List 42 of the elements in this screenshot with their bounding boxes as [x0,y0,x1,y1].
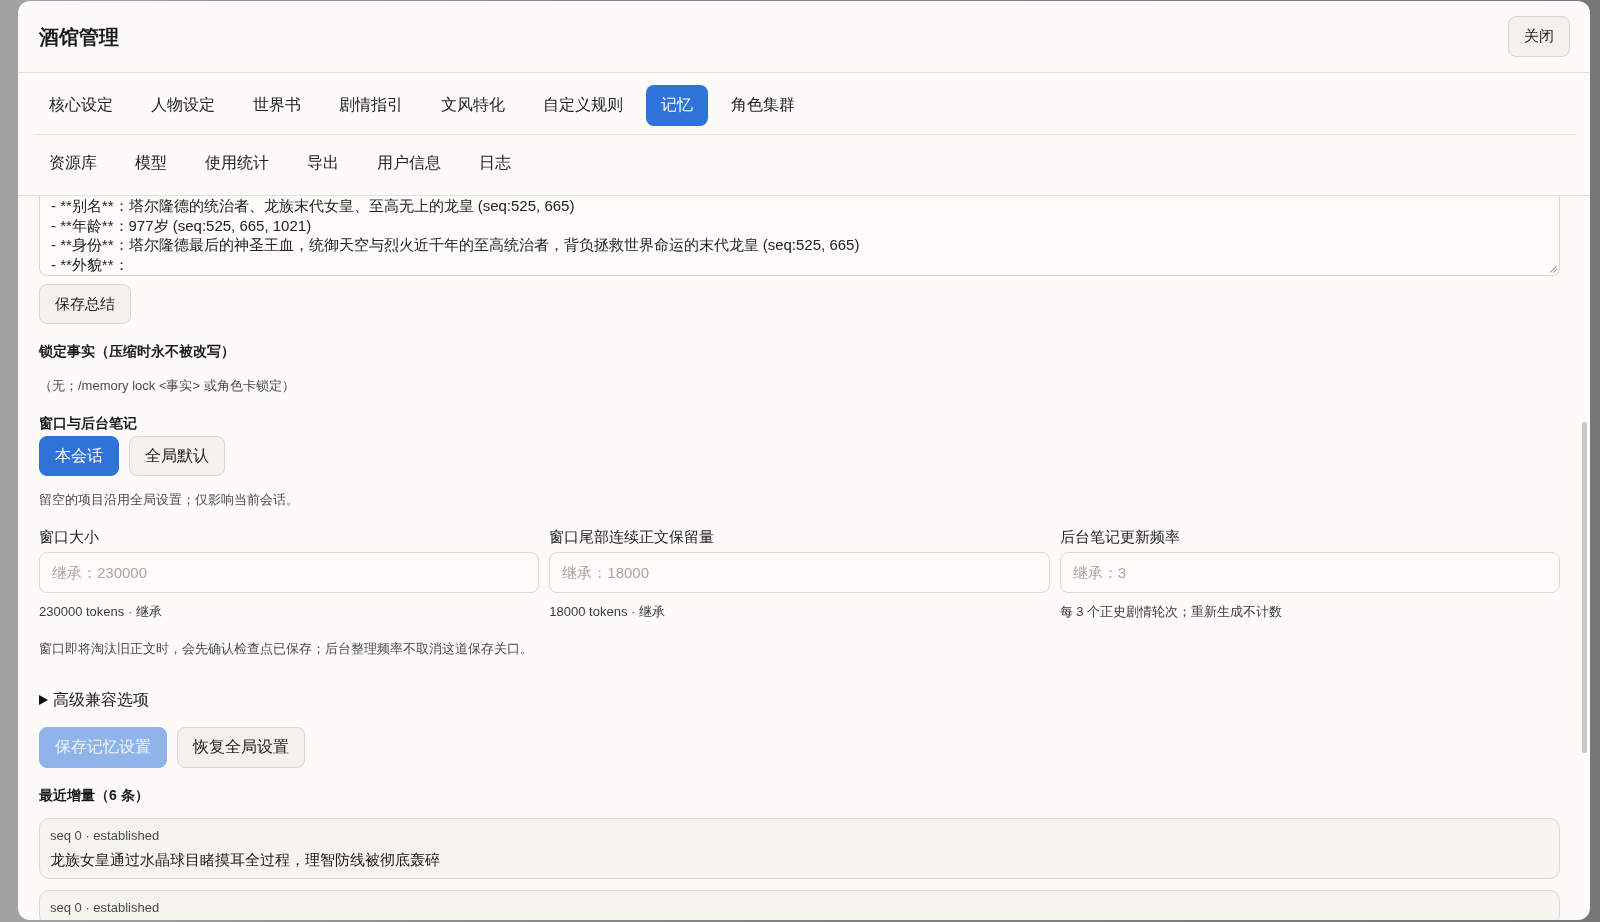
resize-grip-icon[interactable] [1549,265,1557,273]
section-heading: 窗口与后台笔记 [39,414,137,433]
field-hint: 每 3 个正史剧情轮次；重新生成不计数 [1059,603,1284,621]
field-label: 窗口大小 [39,527,100,547]
tab[interactable]: 用户信息 [362,143,456,184]
field-hint: 230000 tokens · 继承 [39,603,163,621]
tab[interactable]: 角色集群 [716,85,810,126]
entry-text: 龙族女皇通过水晶球目睹摸耳全过程，理智防线被彻底轰碎 [50,850,441,870]
section-heading: 锁定事实（压缩时永不被改写） [39,342,235,361]
restore-settings-button[interactable]: 恢复全局设置 [177,727,305,768]
field-hint: 18000 tokens · 继承 [549,603,666,621]
input-field[interactable]: 继承：18000 [549,552,1050,593]
field-label: 窗口尾部连续正文保留量 [549,527,716,547]
tab[interactable]: 世界书 [238,85,316,126]
field-label: 后台笔记更新频率 [1059,527,1181,547]
entry-meta: seq 0 · established [50,827,161,845]
help-text: 留空的项目沿用全局设置；仅影响当前会话。 [39,491,299,509]
tab[interactable]: 导出 [292,143,354,184]
dialog-title: 酒馆管理 [39,24,119,50]
tab[interactable]: 人物设定 [136,85,230,126]
close-button[interactable]: 关闭 [1508,16,1570,57]
save-summary-button[interactable]: 保存总结 [39,284,131,324]
scrollbar-thumb[interactable] [1581,422,1587,753]
entry-meta: seq 0 · established [50,899,161,917]
advanced-options-toggle[interactable]: 高级兼容选项 [39,689,149,711]
tab[interactable]: 模型 [120,143,182,184]
tab[interactable]: 自定义规则 [528,85,638,126]
input-field[interactable]: 继承：3 [1059,552,1560,593]
scope-toggle[interactable]: 全局默认 [129,436,225,476]
empty-state-text: （无；/memory lock <事实> 或角色卡锁定） [39,377,295,395]
scope-toggle[interactable]: 本会话 [39,436,119,476]
section-heading: 最近增量（6 条） [39,786,149,805]
tab[interactable]: 记忆 [646,85,708,126]
input-field[interactable]: 继承：230000 [39,552,540,593]
note-text: 窗口即将淘汰旧正文时，会先确认检查点已保存；后台整理频率不取消这道保存关口。 [39,640,533,658]
tab[interactable]: 资源库 [34,143,112,184]
tab[interactable]: 使用统计 [190,143,284,184]
tab[interactable]: 剧情指引 [324,85,418,126]
tab[interactable]: 日志 [464,143,526,184]
summary-textarea[interactable]: - **别名**：塔尔隆德的统治者、龙族末代女皇、至高无上的龙皇 (seq:525, 665) - **年龄**：977岁 (seq:525, 665, 1021) - **身份**：塔尔隆德最后的神圣王血，统御天空与烈火近千年的至高统治者，背负拯救世界命运的末代龙皇 (seq:525, 665) - **外貌**： [39,196,1560,276]
tab[interactable]: 核心设定 [34,85,128,126]
tab[interactable]: 文风特化 [426,85,520,126]
